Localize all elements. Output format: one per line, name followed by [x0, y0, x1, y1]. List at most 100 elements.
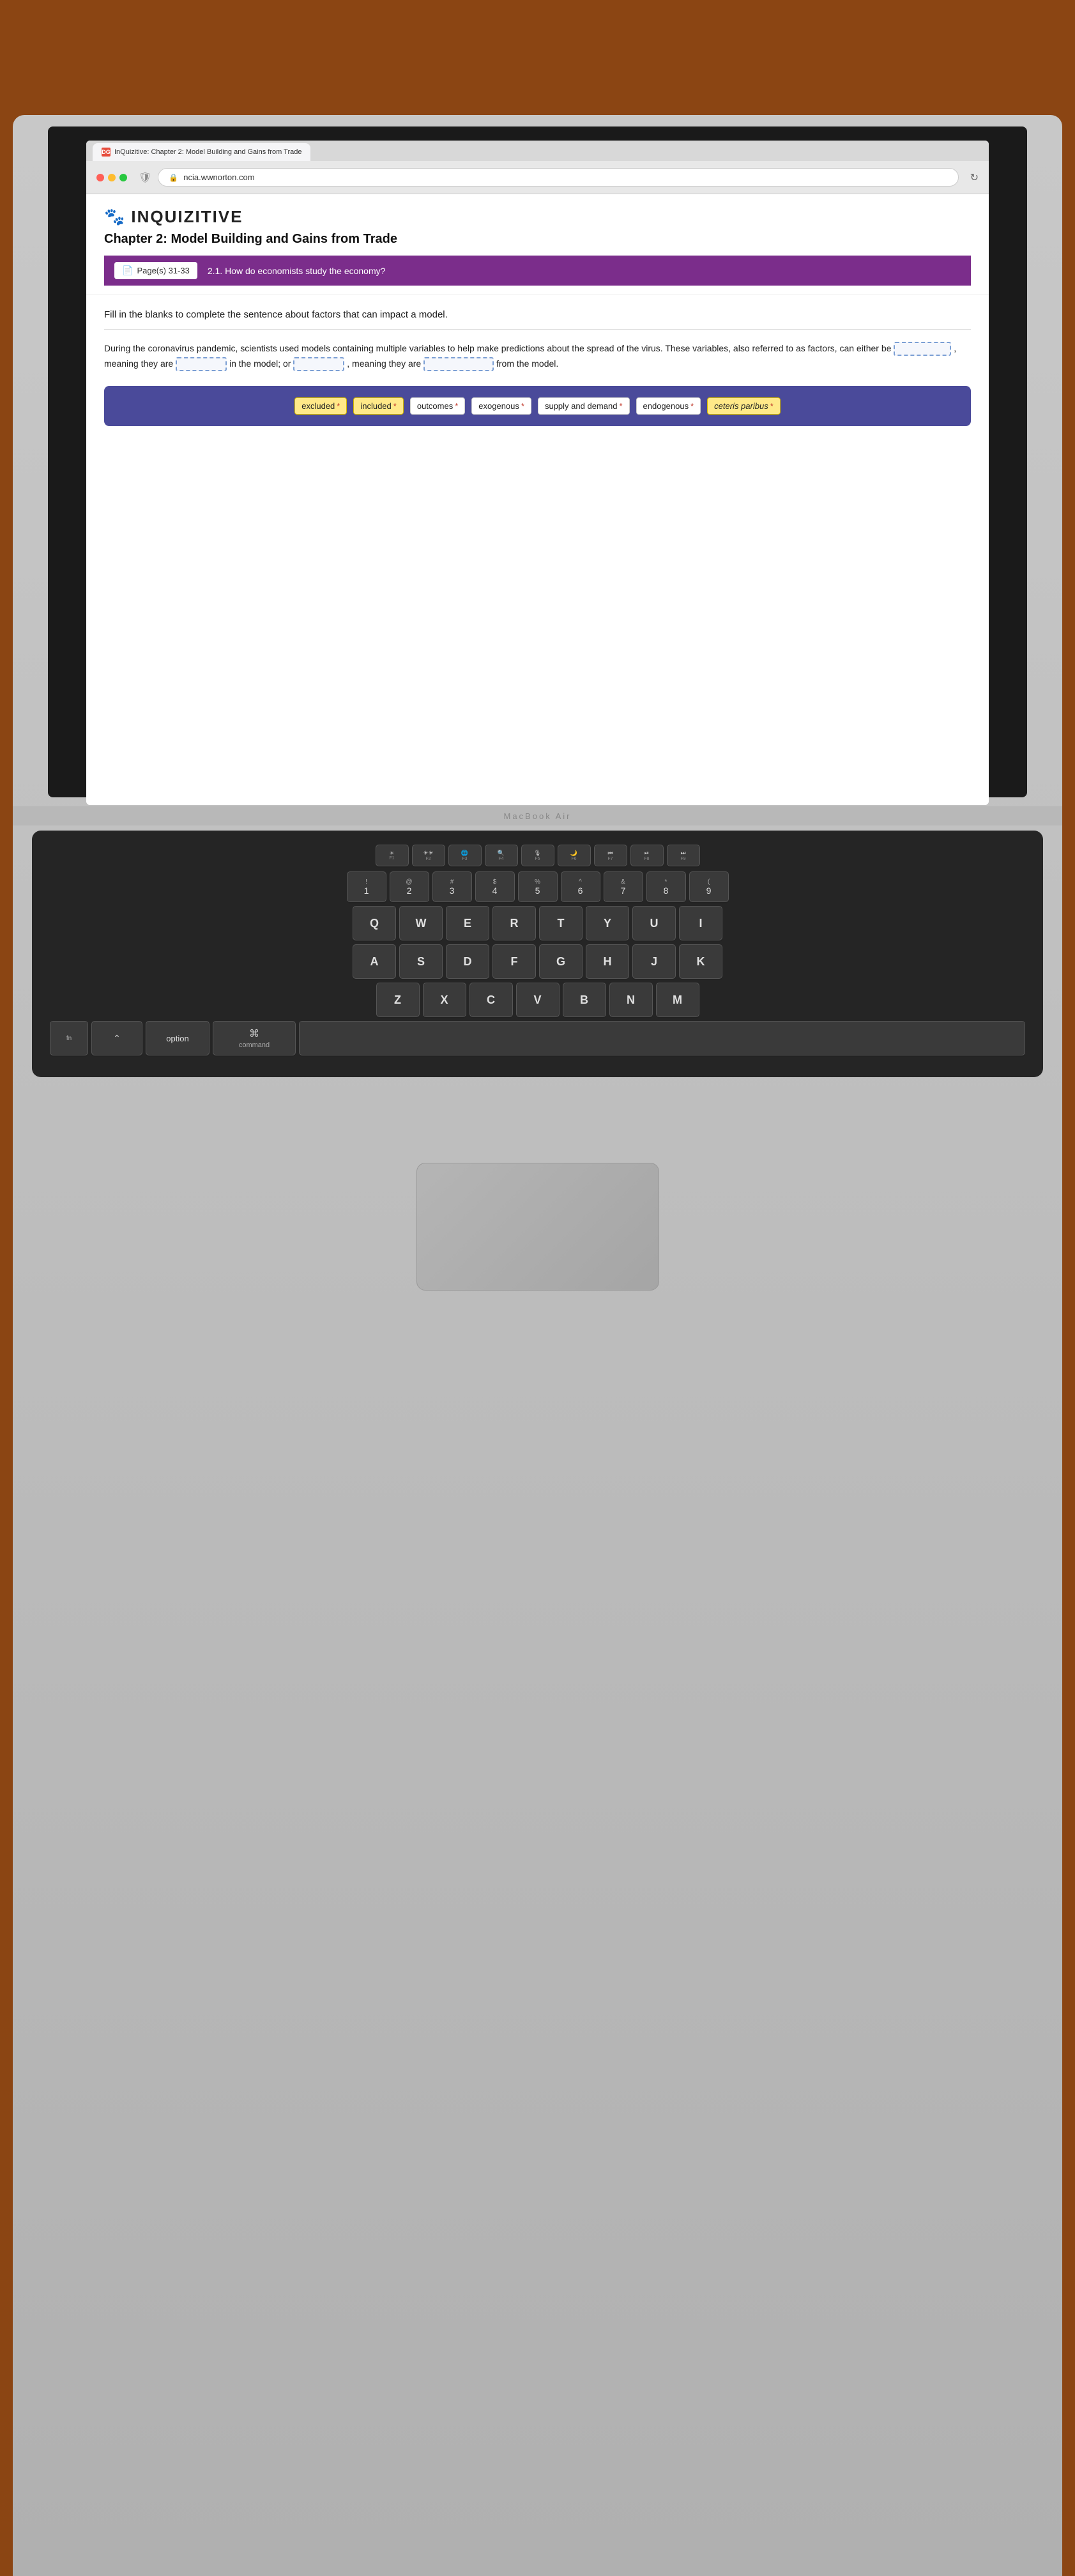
page-badge: 📄 Page(s) 31-33	[114, 262, 197, 279]
key-f9[interactable]: ⏭F9	[667, 845, 700, 866]
key-4[interactable]: $4	[475, 871, 515, 902]
token-ceteris-paribus[interactable]: ceteris paribus *	[707, 397, 781, 415]
key-h[interactable]: H	[586, 944, 629, 979]
key-f1[interactable]: ☀F1	[376, 845, 409, 866]
token-supply-and-demand-asterisk: *	[619, 401, 622, 411]
token-outcomes-asterisk: *	[455, 401, 458, 411]
key-q[interactable]: Q	[353, 906, 396, 940]
page-range: Page(s) 31-33	[137, 266, 189, 275]
keyboard-body: ☀F1 ☀☀F2 🌐F3 🔍F4 🎙F5 🌙F6 ⏮F7 ⏯F8 ⏭F9 !1 …	[32, 831, 1043, 1077]
key-m[interactable]: M	[656, 983, 699, 1017]
key-spacebar[interactable]	[299, 1021, 1025, 1055]
key-n[interactable]: N	[609, 983, 653, 1017]
key-option[interactable]: option	[146, 1021, 210, 1055]
token-outcomes[interactable]: outcomes *	[410, 397, 465, 415]
answer-tokens-container: excluded * included * outcomes * exoge	[104, 386, 971, 426]
blank-2[interactable]	[176, 357, 227, 371]
token-excluded[interactable]: excluded *	[294, 397, 347, 415]
key-f7[interactable]: ⏮F7	[594, 845, 627, 866]
key-g[interactable]: G	[539, 944, 583, 979]
key-x[interactable]: X	[423, 983, 466, 1017]
key-f8[interactable]: ⏯F8	[630, 845, 664, 866]
token-supply-and-demand-label: supply and demand	[545, 401, 617, 411]
token-included-asterisk: *	[393, 401, 397, 411]
key-u[interactable]: U	[632, 906, 676, 940]
browser-window: DG InQuizitive: Chapter 2: Model Buildin…	[86, 141, 989, 805]
key-1[interactable]: !1	[347, 871, 386, 902]
key-f4[interactable]: 🔍F4	[485, 845, 518, 866]
minimize-window-button[interactable]	[108, 174, 116, 181]
key-k[interactable]: K	[679, 944, 722, 979]
macbook-label: MacBook Air	[504, 811, 572, 821]
key-8[interactable]: *8	[646, 871, 686, 902]
key-r[interactable]: R	[492, 906, 536, 940]
key-f3[interactable]: 🌐F3	[448, 845, 482, 866]
blank-1[interactable]	[894, 342, 951, 356]
token-ceteris-paribus-label: ceteris paribus	[714, 401, 768, 411]
lock-icon: 🔒	[169, 173, 178, 182]
macbook-label-bar: MacBook Air	[13, 806, 1062, 825]
refresh-button[interactable]: ↻	[970, 171, 979, 184]
key-z[interactable]: Z	[376, 983, 420, 1017]
chapter-title: Chapter 2: Model Building and Gains from…	[104, 232, 971, 247]
blank-3[interactable]	[293, 357, 344, 371]
window-controls	[96, 174, 127, 181]
key-f6[interactable]: 🌙F6	[558, 845, 591, 866]
shield-icon: 🛡	[139, 171, 151, 184]
key-c[interactable]: C	[469, 983, 513, 1017]
token-exogenous-asterisk: *	[521, 401, 524, 411]
key-a[interactable]: A	[353, 944, 396, 979]
key-j[interactable]: J	[632, 944, 676, 979]
active-tab[interactable]: DG InQuizitive: Chapter 2: Model Buildin…	[93, 143, 310, 161]
key-f2[interactable]: ☀☀F2	[412, 845, 445, 866]
key-f[interactable]: F	[492, 944, 536, 979]
token-included[interactable]: included *	[353, 397, 404, 415]
tab-label: InQuizitive: Chapter 2: Model Building a…	[114, 148, 301, 156]
key-y[interactable]: Y	[586, 906, 629, 940]
q-row: Q W E R T Y U I	[50, 906, 1025, 940]
key-v[interactable]: V	[516, 983, 560, 1017]
z-row: Z X C V B N M	[50, 983, 1025, 1017]
key-command[interactable]: ⌘ command	[213, 1021, 296, 1055]
key-e[interactable]: E	[446, 906, 489, 940]
logo-container: 🐾 INQUIZITIVE	[104, 207, 971, 227]
trackpad[interactable]	[416, 1163, 659, 1291]
token-outcomes-label: outcomes	[417, 401, 453, 411]
address-bar[interactable]: 🔒 ncia.wwnorton.com	[158, 168, 958, 187]
key-b[interactable]: B	[563, 983, 606, 1017]
option-key-label: option	[166, 1034, 188, 1043]
logo-icon: 🐾	[104, 207, 125, 227]
key-6[interactable]: ^6	[561, 871, 600, 902]
bottom-row: fn ⌃ option ⌘ command	[50, 1021, 1025, 1055]
token-exogenous[interactable]: exogenous *	[471, 397, 531, 415]
browser-toolbar: 🛡 🔒 ncia.wwnorton.com ↻	[86, 161, 989, 194]
key-f5[interactable]: 🎙F5	[521, 845, 554, 866]
token-ceteris-paribus-asterisk: *	[770, 401, 774, 411]
token-excluded-asterisk: *	[337, 401, 340, 411]
key-2[interactable]: @2	[390, 871, 429, 902]
token-supply-and-demand[interactable]: supply and demand *	[538, 397, 630, 415]
key-t[interactable]: T	[539, 906, 583, 940]
close-window-button[interactable]	[96, 174, 104, 181]
token-endogenous[interactable]: endogenous *	[636, 397, 701, 415]
browser-content: 🐾 INQUIZITIVE Chapter 2: Model Building …	[86, 194, 989, 805]
blank-4[interactable]	[423, 357, 494, 371]
key-w[interactable]: W	[399, 906, 443, 940]
key-3[interactable]: #3	[432, 871, 472, 902]
token-endogenous-asterisk: *	[690, 401, 694, 411]
key-7[interactable]: &7	[604, 871, 643, 902]
key-9[interactable]: (9	[689, 871, 729, 902]
key-i[interactable]: I	[679, 906, 722, 940]
key-s[interactable]: S	[399, 944, 443, 979]
browser-tab-bar: DG InQuizitive: Chapter 2: Model Buildin…	[86, 141, 989, 161]
key-ctrl[interactable]: ⌃	[91, 1021, 142, 1055]
screen-bezel: DG InQuizitive: Chapter 2: Model Buildin…	[48, 126, 1027, 797]
url-text: ncia.wwnorton.com	[183, 172, 254, 182]
function-key-row: ☀F1 ☀☀F2 🌐F3 🔍F4 🎙F5 🌙F6 ⏮F7 ⏯F8 ⏭F9	[50, 845, 1025, 866]
question-area: Fill in the blanks to complete the sente…	[86, 295, 989, 440]
maximize-window-button[interactable]	[119, 174, 127, 181]
text-part3: in the model; or	[229, 358, 291, 369]
key-fn-bottom[interactable]: fn	[50, 1021, 88, 1055]
key-5[interactable]: %5	[518, 871, 558, 902]
key-d[interactable]: D	[446, 944, 489, 979]
